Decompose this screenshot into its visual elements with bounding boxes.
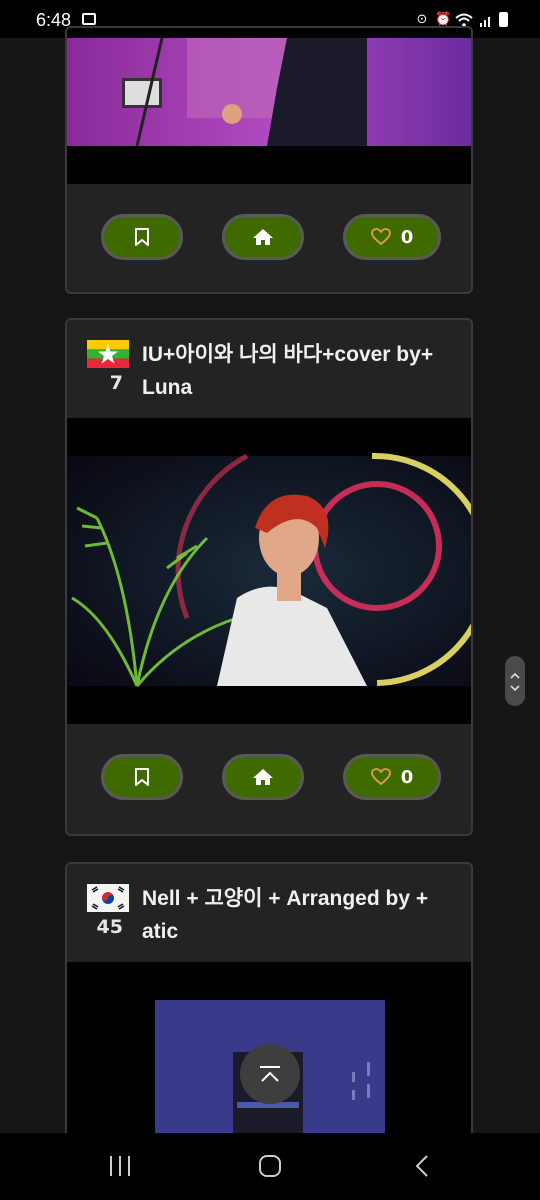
video-thumbnail[interactable] bbox=[67, 28, 471, 184]
thumbnail-image bbox=[67, 418, 471, 724]
thumbnail-image bbox=[67, 37, 471, 184]
rank-number: 7 bbox=[109, 372, 123, 394]
signal-icon bbox=[480, 16, 490, 27]
scroll-top-button[interactable] bbox=[240, 1044, 300, 1104]
bookmark-button[interactable] bbox=[101, 754, 183, 800]
scroll-handle[interactable] bbox=[505, 656, 525, 706]
alarm-icon: ⏰ bbox=[435, 11, 452, 27]
card-header: 45 Nell + 고양이 + Arranged by + atic bbox=[67, 864, 471, 962]
like-button[interactable]: 0 bbox=[343, 754, 441, 800]
video-card: 7 IU+아이와 나의 바다+cover by+ Luna 0 bbox=[65, 318, 473, 836]
like-count: 0 bbox=[400, 766, 414, 788]
heart-icon bbox=[370, 228, 391, 246]
video-title[interactable]: Nell + 고양이 + Arranged by + atic bbox=[142, 882, 462, 948]
status-icons: ⊙ ⏰ bbox=[415, 12, 508, 27]
bookmark-icon bbox=[135, 228, 149, 246]
like-count: 0 bbox=[400, 226, 414, 248]
card-header: 7 IU+아이와 나의 바다+cover by+ Luna bbox=[67, 320, 471, 418]
lock-icon: ⊙ bbox=[416, 11, 428, 27]
recents-icon[interactable] bbox=[108, 1155, 132, 1177]
south-korea-flag-icon bbox=[87, 884, 129, 912]
like-button[interactable]: 0 bbox=[343, 214, 441, 260]
video-card: 45 Nell + 고양이 + Arranged by + atic bbox=[65, 862, 473, 1162]
myanmar-flag-icon bbox=[87, 340, 129, 368]
bookmark-icon bbox=[135, 768, 149, 786]
home-circle-icon[interactable] bbox=[258, 1154, 282, 1178]
home-button[interactable] bbox=[222, 214, 304, 260]
video-thumbnail[interactable] bbox=[67, 418, 471, 724]
battery-icon bbox=[499, 12, 508, 27]
heart-icon bbox=[370, 768, 391, 786]
bookmark-button[interactable] bbox=[101, 214, 183, 260]
rank-number: 45 bbox=[96, 916, 123, 938]
gallery-notification-icon bbox=[82, 13, 96, 25]
card-actions: 0 bbox=[67, 184, 471, 292]
system-nav-bar bbox=[0, 1133, 540, 1200]
video-card: 0 bbox=[65, 26, 473, 294]
back-icon[interactable] bbox=[414, 1154, 430, 1178]
wifi-icon bbox=[455, 13, 473, 27]
card-actions: 0 bbox=[67, 724, 471, 834]
home-icon bbox=[253, 229, 273, 245]
chevron-up-icon bbox=[260, 1066, 280, 1082]
chevron-up-down-icon bbox=[510, 672, 520, 692]
video-title[interactable]: IU+아이와 나의 바다+cover by+ Luna bbox=[142, 338, 462, 404]
home-button[interactable] bbox=[222, 754, 304, 800]
home-icon bbox=[253, 769, 273, 785]
